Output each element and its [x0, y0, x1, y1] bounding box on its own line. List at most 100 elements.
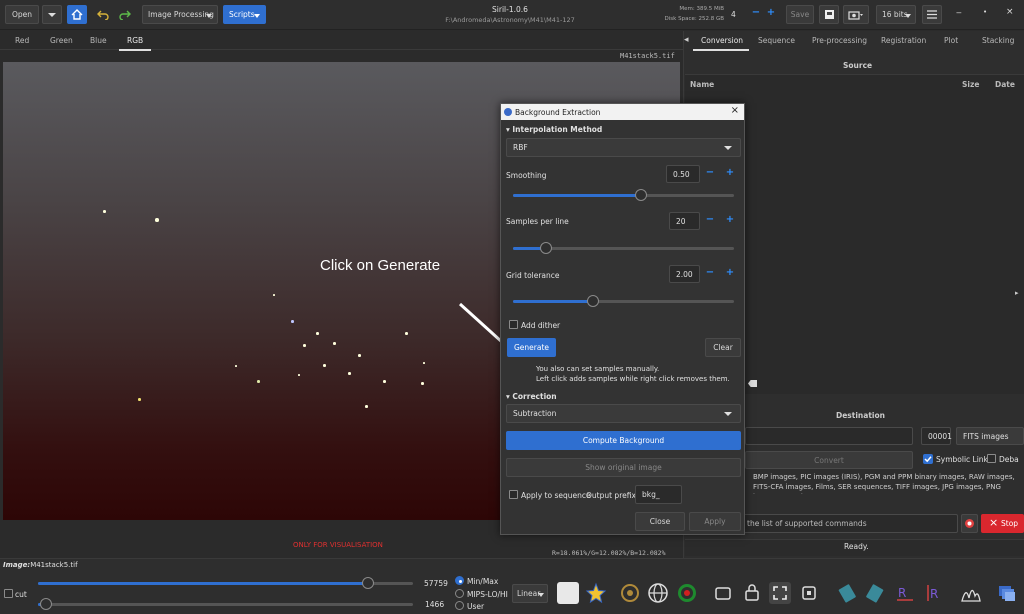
histogram-icon[interactable] — [960, 582, 982, 604]
mode-user-radio[interactable] — [455, 601, 464, 610]
output-prefix-field[interactable]: bkg_ — [635, 485, 682, 504]
hamburger-menu-button[interactable] — [922, 5, 942, 24]
destination-index-field[interactable]: 00001 — [921, 427, 952, 445]
compute-background-button[interactable]: Compute Background — [506, 431, 741, 450]
slider-knob[interactable] — [587, 295, 599, 307]
tab-green[interactable]: Green — [50, 36, 73, 45]
dialog-titlebar[interactable]: Background Extraction × — [501, 104, 744, 120]
rotate-right-icon[interactable] — [864, 582, 886, 604]
slider-knob[interactable] — [40, 598, 52, 610]
panel-expand-icon[interactable]: ▸ — [1015, 289, 1019, 297]
slider-knob[interactable] — [540, 242, 552, 254]
col-size-header[interactable]: Size — [962, 80, 979, 89]
tab-blue[interactable]: Blue — [90, 36, 107, 45]
layers-icon[interactable] — [996, 582, 1018, 604]
target-icon[interactable] — [676, 582, 698, 604]
tab-conversion[interactable]: Conversion — [701, 36, 743, 45]
zoom-fit-icon[interactable] — [769, 582, 791, 604]
samples-increment[interactable]: + — [724, 214, 736, 225]
samples-decrement[interactable]: − — [704, 214, 716, 225]
tolerance-increment[interactable]: + — [724, 267, 736, 278]
autostretch-icon[interactable] — [557, 582, 579, 604]
mode-mips-radio[interactable] — [455, 589, 464, 598]
tab-red[interactable]: Red — [15, 36, 29, 45]
command-help-button[interactable] — [961, 514, 978, 533]
home-button[interactable] — [67, 5, 87, 24]
clear-button[interactable]: Clear — [705, 338, 741, 357]
correction-select[interactable]: Subtraction — [506, 404, 741, 423]
close-button[interactable]: Close — [635, 512, 685, 531]
stretch-select[interactable]: Linear — [512, 584, 548, 603]
tab-sequence[interactable]: Sequence — [758, 36, 795, 45]
globe-icon[interactable] — [647, 582, 669, 604]
threads-increment[interactable]: + — [765, 7, 777, 18]
frame-icon[interactable] — [712, 582, 734, 604]
app-icon — [504, 108, 512, 116]
maximize-icon[interactable]: • — [983, 8, 987, 16]
apply-button[interactable]: Apply — [689, 512, 741, 531]
tab-registration[interactable]: Registration — [881, 36, 926, 45]
add-dither-checkbox[interactable] — [509, 320, 518, 329]
tab-plot[interactable]: Plot — [944, 36, 958, 45]
undo-button[interactable] — [94, 5, 112, 24]
snapshot-button[interactable] — [819, 5, 839, 24]
open-dropdown-button[interactable] — [42, 5, 62, 24]
smoothing-value[interactable]: 0.50 — [666, 165, 700, 183]
tab-stacking[interactable]: Stacking — [982, 36, 1014, 45]
tab-rgb[interactable]: RGB — [127, 36, 143, 45]
star — [235, 365, 237, 367]
minimize-icon[interactable]: ‒ — [956, 8, 962, 18]
rotate-left-icon[interactable] — [836, 582, 858, 604]
interpolation-method-select[interactable]: RBF — [506, 138, 741, 157]
bit-depth-selector[interactable]: 16 bits — [876, 5, 916, 24]
symbolic-link-checkbox[interactable] — [923, 454, 933, 464]
tolerance-decrement[interactable]: − — [704, 267, 716, 278]
low-level-value[interactable]: 1466 — [425, 600, 444, 609]
destination-name-field[interactable] — [745, 427, 913, 445]
close-icon[interactable]: × — [731, 105, 739, 116]
interpolation-header[interactable]: ▾ Interpolation Method — [506, 125, 602, 134]
samples-slider[interactable] — [513, 242, 734, 254]
slider-knob[interactable] — [362, 577, 374, 589]
save-as-button[interactable] — [843, 5, 869, 24]
lock-icon[interactable] — [741, 582, 763, 604]
show-original-button[interactable]: Show original image — [506, 458, 741, 477]
threads-value[interactable]: 4 — [731, 10, 736, 19]
open-button[interactable]: Open — [5, 5, 39, 24]
high-level-value[interactable]: 57759 — [424, 579, 448, 588]
col-date-header[interactable]: Date — [995, 80, 1015, 89]
generate-button[interactable]: Generate — [507, 338, 556, 357]
slider-knob[interactable] — [635, 189, 647, 201]
cut-checkbox[interactable] — [4, 589, 13, 598]
smoothing-decrement[interactable]: − — [704, 167, 716, 178]
zoom-icon[interactable] — [798, 582, 820, 604]
command-input[interactable]: the list of supported commands — [740, 514, 958, 533]
destination-format-select[interactable]: FITS images — [956, 427, 1024, 445]
stop-button[interactable]: × Stop — [981, 514, 1024, 533]
image-processing-menu[interactable]: Image Processing — [142, 5, 218, 24]
low-level-slider[interactable] — [38, 598, 413, 610]
correction-header[interactable]: ▾ Correction — [506, 392, 557, 401]
close-window-icon[interactable]: × — [1006, 7, 1014, 17]
samples-per-line-value[interactable]: 20 — [669, 212, 700, 230]
panel-collapse-icon[interactable]: ◂ — [684, 35, 689, 45]
apply-to-sequence-checkbox[interactable] — [509, 490, 518, 499]
debayer-checkbox[interactable] — [987, 454, 996, 463]
grid-tolerance-value[interactable]: 2.00 — [669, 265, 700, 283]
tab-preprocessing[interactable]: Pre-processing — [812, 36, 867, 45]
smoothing-increment[interactable]: + — [724, 167, 736, 178]
save-button[interactable]: Save — [786, 5, 814, 24]
high-level-slider[interactable] — [38, 577, 413, 589]
col-name-header[interactable]: Name — [690, 80, 714, 89]
convert-button[interactable]: Convert — [745, 451, 913, 469]
star-icon[interactable] — [585, 582, 607, 604]
mode-minmax-radio[interactable] — [455, 576, 464, 585]
tolerance-slider[interactable] — [513, 295, 734, 307]
smoothing-slider[interactable] — [513, 189, 734, 201]
mirror-y-icon[interactable]: R — [922, 582, 944, 604]
redo-button[interactable] — [116, 5, 134, 24]
threads-decrement[interactable]: − — [750, 7, 762, 18]
mirror-x-icon[interactable]: R — [894, 582, 916, 604]
scripts-menu[interactable]: Scripts — [223, 5, 266, 24]
photometry-icon[interactable] — [619, 582, 641, 604]
